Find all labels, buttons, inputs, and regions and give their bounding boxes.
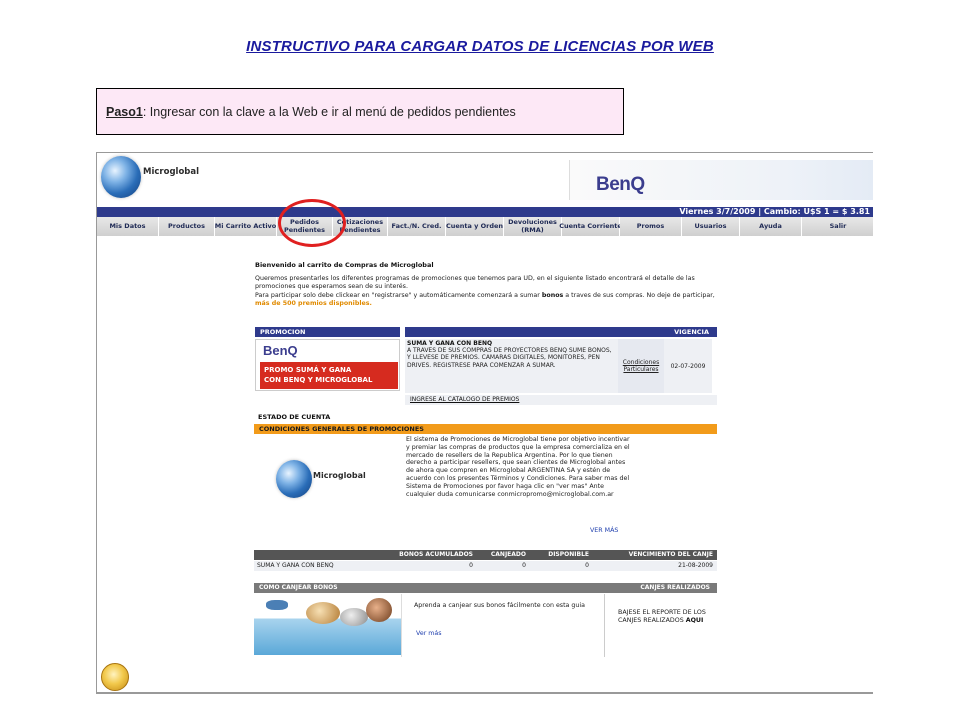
nav-salir[interactable]: Salir — [802, 217, 873, 236]
canje-section: COMO CANJEAR BONOS CANJES REALIZADOS Apr… — [254, 583, 717, 657]
bonos-header-name — [254, 550, 384, 560]
nav-mis-datos[interactable]: Mis Datos — [97, 217, 159, 236]
welcome-prizes: más de 500 premios disponibles. — [255, 299, 372, 307]
bonos-cell-vencimiento: 21-08-2009 — [678, 562, 713, 569]
main-nav: Mis Datos Productos Mi Carrito Activo Pe… — [97, 217, 873, 236]
certification-seal-icon — [101, 663, 129, 691]
vigencia-col-header: VIGENCIA — [405, 327, 717, 337]
promo-red-banner: PROMO SUMÁ Y GANA CON BENQ Y MICROGLOBAL — [260, 362, 398, 389]
bonos-header-vencimiento: VENCIMIENTO DEL CANJE — [628, 551, 713, 558]
canje-guide-text: Aprenda a canjear sus bonos fácilmente c… — [414, 602, 586, 609]
nav-usuarios[interactable]: Usuarios — [682, 217, 740, 236]
bonos-cell-canjeado: 0 — [522, 562, 526, 569]
site-header: Microglobal BenQ — [97, 153, 873, 207]
conditions-section: Microglobal El sistema de Promociones de… — [254, 435, 717, 538]
conditions-brand: Microglobal — [313, 471, 366, 480]
nav-productos[interactable]: Productos — [159, 217, 215, 236]
promo-desc-body: A TRAVES DE SUS COMPRAS DE PROYECTORES B… — [407, 347, 612, 369]
plane-icon — [266, 600, 288, 610]
bonos-header-acumulados: BONOS ACUMULADOS — [399, 551, 473, 558]
welcome-bonos: bonos — [541, 291, 564, 299]
step-text: : Ingresar con la clave a la Web e ir al… — [142, 105, 516, 119]
website-screenshot: Microglobal BenQ Viernes 3/7/2009 | Camb… — [96, 152, 873, 694]
step-label: Paso1 — [106, 105, 143, 119]
date-exchange-bar: Viernes 3/7/2009 | Cambio: U$S 1 = $ 3.8… — [97, 207, 873, 217]
benq-banner: BenQ — [569, 160, 873, 200]
canje-report: BAJESE EL REPORTE DE LOS CANJES REALIZAD… — [604, 594, 717, 657]
promo-benq-logo: BenQ — [263, 343, 298, 358]
promo-col-header: PROMOCION — [255, 327, 400, 337]
highlight-circle — [278, 199, 346, 247]
benq-logo: BenQ — [596, 174, 645, 195]
bonos-header-row: BONOS ACUMULADOS CANJEADO DISPONIBLE VEN… — [254, 550, 717, 560]
promo-banner-line2: CON BENQ Y MICROGLOBAL — [264, 375, 373, 384]
account-status-title: ESTADO DE CUENTA — [258, 413, 331, 421]
promo-banner-image[interactable]: BenQ PROMO SUMÁ Y GANA CON BENQ Y MICROG… — [255, 339, 400, 391]
welcome-text: Queremos presentarles los diferentes pro… — [255, 275, 719, 308]
bonos-cell-name: SUMA Y GANA CON BENQ — [257, 562, 334, 569]
document-title: INSTRUCTIVO PARA CARGAR DATOS DE LICENCI… — [246, 38, 714, 55]
nav-ayuda[interactable]: Ayuda — [740, 217, 802, 236]
welcome-p1: Queremos presentarles los diferentes pro… — [255, 275, 695, 291]
nav-cuenta-y-orden[interactable]: Cuenta y Orden — [446, 217, 504, 236]
welcome-heading: Bienvenido al carrito de Compras de Micr… — [255, 261, 434, 269]
canje-guide: Aprenda a canjear sus bonos fácilmente c… — [401, 594, 604, 657]
table-row: SUMA Y GANA CON BENQ 0 0 0 21-08-2009 — [254, 561, 717, 571]
promo-date: 02-07-2009 — [664, 339, 712, 393]
step-instruction-box: Paso1: Ingresar con la clave a la Web e … — [96, 88, 624, 135]
bonos-cell-disponible: 0 — [585, 562, 589, 569]
canje-report-link[interactable]: AQUI — [686, 617, 704, 624]
bonos-header-canjeado: CANJEADO — [490, 551, 526, 558]
canje-guide-image[interactable] — [254, 594, 401, 655]
nav-mi-carrito-activo[interactable]: Mi Carrito Activo — [215, 217, 277, 236]
prize-bubble-icon — [306, 602, 340, 624]
catalog-link[interactable]: INGRESE AL CATALOGO DE PREMIOS — [405, 395, 717, 405]
nav-promos[interactable]: Promos — [620, 217, 682, 236]
promotions-table: PROMOCION VIGENCIA BenQ PROMO SUMÁ Y GAN… — [255, 327, 717, 405]
microglobal-globe-logo-icon — [101, 156, 141, 198]
prize-bubble-icon — [366, 598, 392, 622]
nav-devoluciones-rma[interactable]: Devoluciones (RMA) — [504, 217, 562, 236]
promo-banner-line1: PROMO SUMÁ Y GANA — [264, 366, 352, 374]
canje-left-header: COMO CANJEAR BONOS — [259, 584, 338, 591]
welcome-section: Bienvenido al carrito de Compras de Micr… — [255, 261, 719, 308]
welcome-p2c: a traves de sus compras. No deje de part… — [563, 291, 715, 299]
promo-description: SUMA Y GANA CON BENQ A TRAVES DE SUS COM… — [405, 339, 618, 393]
ver-mas-link[interactable]: VER MÁS — [590, 527, 618, 534]
prize-bubble-icon — [340, 608, 368, 626]
nav-fact-n-cred[interactable]: Fact./N. Cred. — [388, 217, 446, 236]
bonos-table: BONOS ACUMULADOS CANJEADO DISPONIBLE VEN… — [254, 550, 717, 571]
bonos-cell-acumulados: 0 — [469, 562, 473, 569]
nav-cuenta-corriente[interactable]: Cuenta Corriente — [559, 217, 622, 236]
canje-right-header: CANJES REALIZADOS — [640, 584, 710, 591]
conditions-bar: CONDICIONES GENERALES DE PROMOCIONES — [254, 424, 717, 434]
canje-header: COMO CANJEAR BONOS CANJES REALIZADOS — [254, 583, 717, 593]
microglobal-globe-icon — [276, 460, 312, 498]
canje-ver-mas-link[interactable]: Ver más — [416, 630, 442, 637]
brand-name: Microglobal — [143, 167, 200, 177]
conditions-link[interactable]: Condiciones Particulares — [618, 339, 664, 393]
conditions-text: El sistema de Promociones de Microglobal… — [406, 436, 630, 498]
promo-desc-title: SUMA Y GANA CON BENQ — [407, 340, 493, 347]
welcome-p2a: Para participar solo debe clickear en "r… — [255, 291, 542, 299]
bonos-header-disponible: DISPONIBLE — [548, 551, 589, 558]
